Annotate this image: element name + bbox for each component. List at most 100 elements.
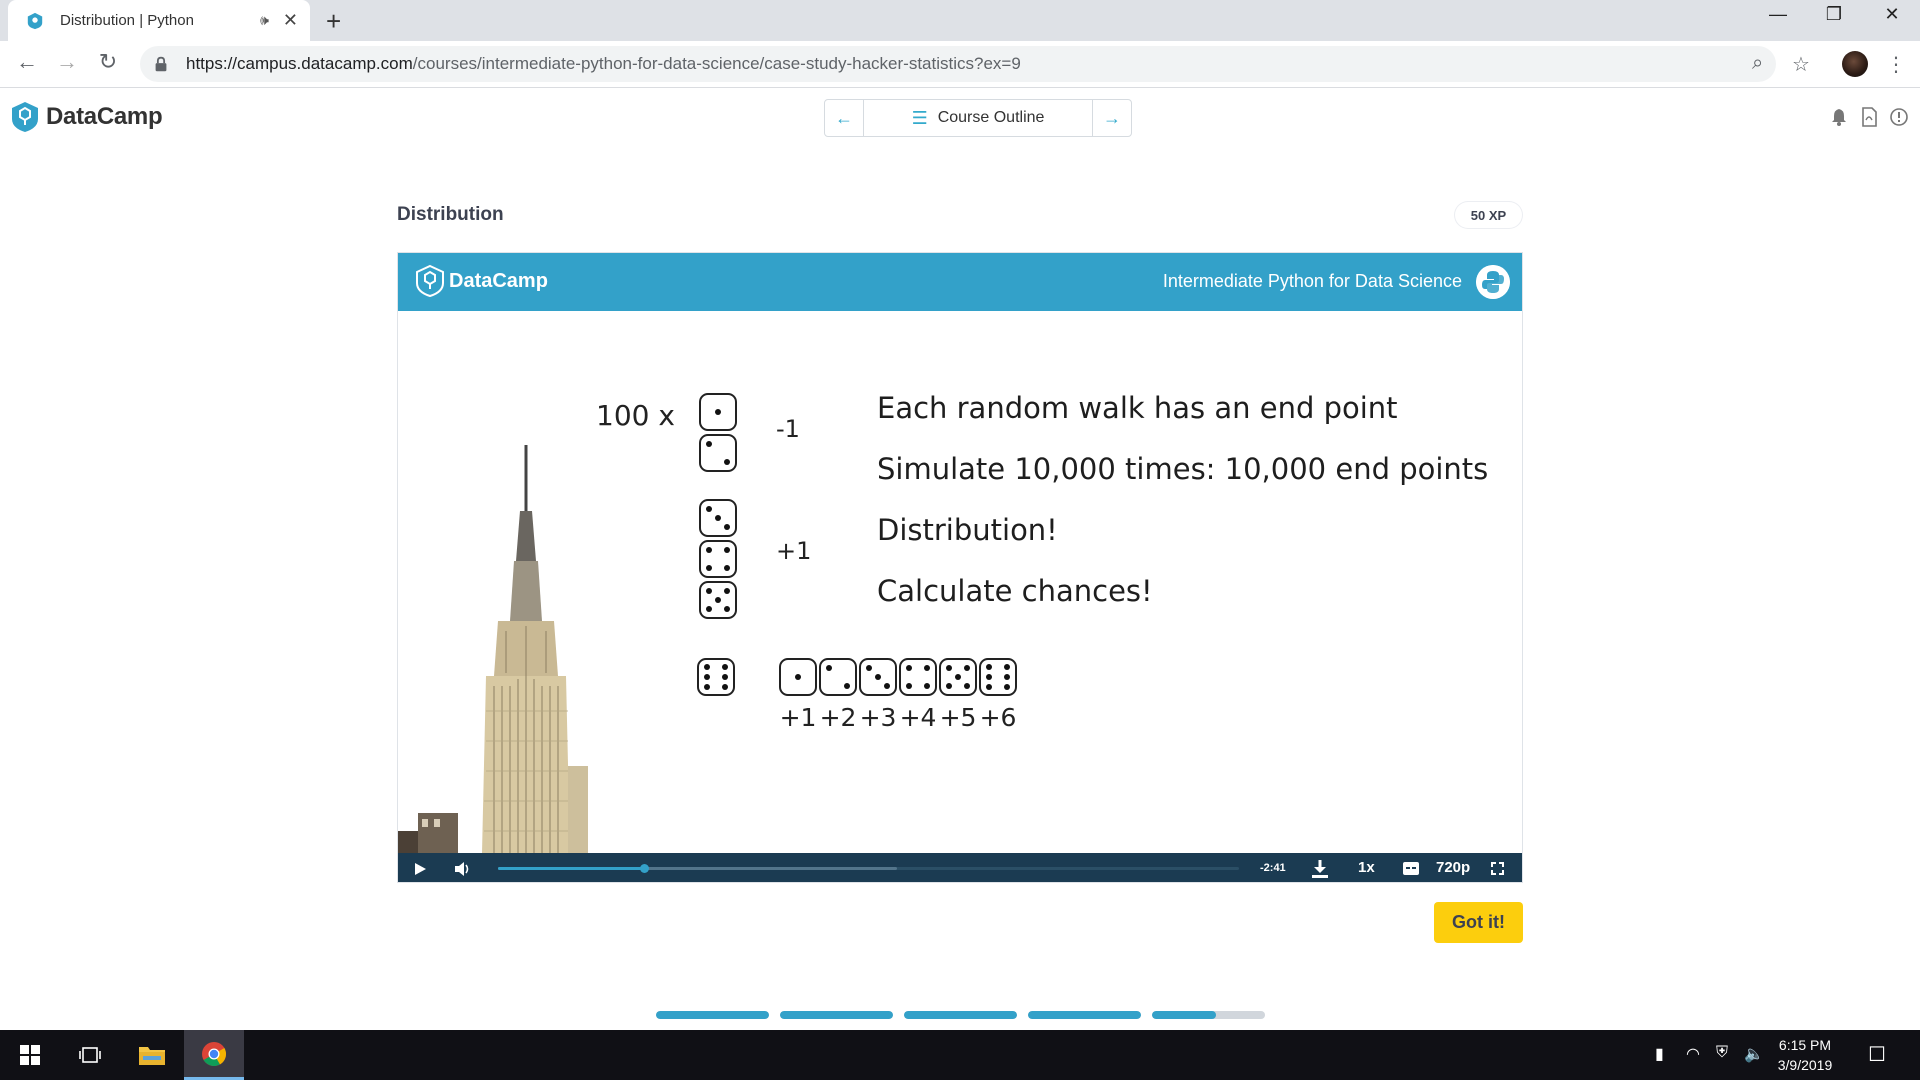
plus-one-label: +1 — [776, 537, 812, 565]
repeat-count-label: 100 x — [596, 399, 675, 432]
slide-bullet: Distribution! — [877, 513, 1058, 547]
progress-segment — [1028, 1011, 1141, 1019]
slide-datacamp-wordmark: DataCamp — [449, 269, 548, 292]
slide-bullet: Calculate chances! — [877, 574, 1153, 608]
star-icon[interactable]: ☆ — [1792, 52, 1810, 77]
progress-segment — [1152, 1011, 1265, 1019]
restore-icon[interactable]: ❐ — [1814, 4, 1854, 25]
forward-icon[interactable]: → — [52, 49, 82, 75]
die-one-icon — [699, 393, 737, 431]
speaker-icon[interactable]: 🔈 — [1744, 1044, 1764, 1064]
step-value: +6 — [979, 703, 1017, 732]
datacamp-shield-icon — [12, 102, 38, 132]
die-five-icon — [699, 581, 737, 619]
python-logo-icon — [1476, 265, 1510, 299]
play-icon[interactable] — [413, 862, 427, 876]
security-shield-icon[interactable]: ⛨ — [1716, 1044, 1728, 1062]
tab-title: Distribution | Python — [60, 12, 194, 29]
url-text: https://campus.datacamp.com/courses/inte… — [186, 54, 1021, 74]
seek-handle[interactable] — [639, 864, 649, 873]
die-three-icon — [699, 499, 737, 537]
url-path: /courses/intermediate-python-for-data-sc… — [412, 54, 1021, 73]
back-icon[interactable]: ← — [12, 49, 42, 75]
datacamp-wordmark: DataCamp — [46, 103, 163, 130]
datacamp-favicon-icon — [27, 12, 43, 29]
datacamp-logo[interactable]: DataCamp — [10, 101, 163, 133]
row-die-one-icon — [779, 658, 817, 696]
die-two-icon — [699, 434, 737, 472]
fullscreen-icon[interactable] — [1491, 862, 1504, 875]
exercise-title: Distribution — [397, 204, 504, 225]
clock-time: 6:15 PM — [1778, 1037, 1832, 1053]
windows-taskbar: ▮ ◠ ⛨ 🔈 6:15 PM 3/9/2019 ☐ — [0, 1030, 1920, 1080]
bell-icon[interactable] — [1829, 107, 1849, 127]
minimize-icon[interactable]: — — [1758, 4, 1798, 25]
new-tab-button[interactable]: + — [326, 6, 341, 37]
download-icon[interactable] — [1311, 859, 1329, 878]
row-die-six-icon — [979, 658, 1017, 696]
datacamp-header: DataCamp ← ☰ Course Outline → — [0, 89, 1920, 145]
zoom-icon[interactable]: ⌕ — [1752, 52, 1763, 75]
slide-bullet: Each random walk has an end point — [877, 391, 1398, 425]
empire-state-building-image — [398, 445, 598, 853]
address-bar[interactable]: https://campus.datacamp.com/courses/inte… — [140, 46, 1776, 82]
captions-icon[interactable] — [1403, 862, 1419, 875]
browser-tab[interactable]: Distribution | Python 🕪 ✕ — [8, 0, 310, 41]
progress-segment — [780, 1011, 893, 1019]
slide-header: DataCamp Intermediate Python for Data Sc… — [398, 253, 1522, 311]
row-die-five-icon — [939, 658, 977, 696]
time-remaining: -2:41 — [1260, 862, 1286, 874]
row-die-three-icon — [859, 658, 897, 696]
taskbar-clock[interactable]: 6:15 PM 3/9/2019 — [1767, 1035, 1843, 1075]
clock-date: 3/9/2019 — [1777, 1057, 1833, 1073]
battery-icon[interactable]: ▮ — [1655, 1044, 1664, 1064]
quality-button[interactable]: 720p — [1436, 859, 1470, 876]
slide-datacamp-logo: DataCamp — [415, 263, 548, 299]
step-value: +2 — [819, 703, 857, 732]
url-host: https://campus.datacamp.com — [186, 54, 413, 73]
played-bar — [498, 867, 644, 870]
tab-audio-icon[interactable]: 🕪 — [260, 12, 269, 29]
got-it-button[interactable]: Got it! — [1434, 902, 1523, 943]
start-button[interactable] — [0, 1030, 60, 1080]
profile-avatar[interactable] — [1842, 51, 1868, 77]
course-outline-button[interactable]: ☰ Course Outline — [863, 100, 1093, 136]
chrome-taskbar-button[interactable] — [184, 1030, 244, 1080]
file-explorer-button[interactable] — [122, 1030, 182, 1080]
video-player[interactable]: DataCamp Intermediate Python for Data Sc… — [397, 252, 1523, 883]
playback-speed-button[interactable]: 1x — [1358, 859, 1375, 876]
progress-segment-fill — [1028, 1011, 1141, 1019]
seek-bar[interactable] — [498, 864, 1239, 873]
pdf-icon[interactable] — [1859, 107, 1879, 127]
step-value: +5 — [939, 703, 977, 732]
browser-toolbar: ← → ↻ https://campus.datacamp.com/course… — [0, 41, 1920, 88]
slide-shield-icon — [416, 264, 444, 298]
previous-exercise-button[interactable]: ← — [825, 100, 863, 136]
reload-icon[interactable]: ↻ — [93, 49, 123, 75]
browser-tab-strip: Distribution | Python 🕪 ✕ + — ❐ ✕ — [0, 0, 1920, 41]
window-close-icon[interactable]: ✕ — [1872, 4, 1912, 25]
lock-icon — [155, 56, 167, 72]
task-view-button[interactable] — [60, 1030, 120, 1080]
volume-icon[interactable] — [454, 861, 472, 877]
hamburger-icon: ☰ — [911, 107, 928, 128]
progress-segment-fill — [904, 1011, 1017, 1019]
progress-segment — [904, 1011, 1017, 1019]
feedback-icon[interactable] — [1889, 107, 1909, 127]
progress-segment — [656, 1011, 769, 1019]
tab-close-icon[interactable]: ✕ — [283, 10, 298, 31]
slide-bullet: Simulate 10,000 times: 10,000 end points — [877, 452, 1489, 486]
next-exercise-button[interactable]: → — [1093, 100, 1131, 136]
progress-segment-fill — [780, 1011, 893, 1019]
step-value: +1 — [779, 703, 817, 732]
step-value: +3 — [859, 703, 897, 732]
windows-logo-icon — [20, 1045, 40, 1065]
slide-course-name: Intermediate Python for Data Science — [1162, 271, 1462, 291]
step-value: +4 — [899, 703, 937, 732]
notification-center-icon[interactable]: ☐ — [1868, 1042, 1886, 1067]
menu-icon[interactable]: ⋮ — [1886, 52, 1906, 77]
task-view-icon — [79, 1047, 101, 1063]
row-die-two-icon — [819, 658, 857, 696]
wifi-icon[interactable]: ◠ — [1686, 1044, 1700, 1064]
xp-badge: 50 XP — [1455, 202, 1522, 228]
